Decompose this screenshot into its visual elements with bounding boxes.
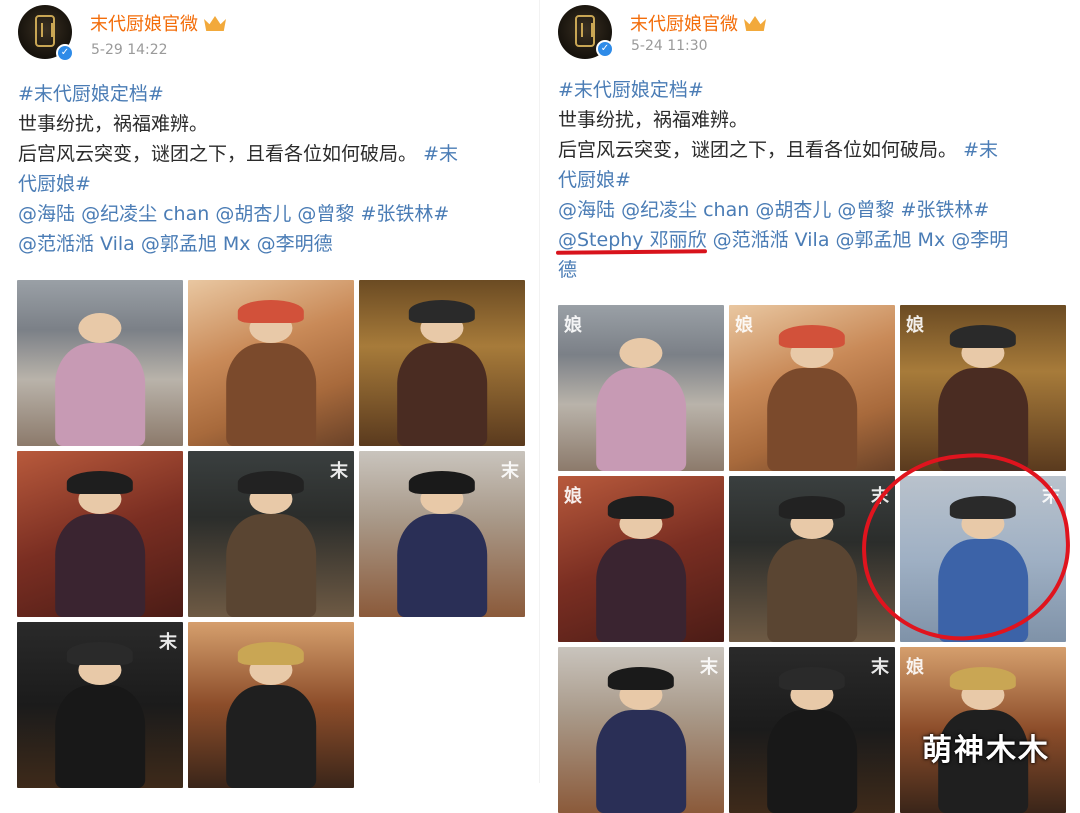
logo-emblem	[35, 15, 55, 47]
mention-link[interactable]: @胡杏儿	[215, 203, 291, 225]
watermark-icon: 末	[159, 632, 177, 653]
photo-tile[interactable]: 末	[359, 451, 525, 617]
red-underline	[555, 249, 707, 255]
watermark-icon: 娘	[564, 315, 582, 336]
post-line: 后宫风云突变，谜团之下，且看各位如何破局。	[558, 139, 958, 161]
photo-tile[interactable]: 末	[17, 622, 183, 788]
photo-tile[interactable]	[17, 451, 183, 617]
mention-link[interactable]: 德	[558, 259, 577, 281]
mention-link[interactable]: @曾黎	[837, 199, 894, 221]
photo-tile[interactable]: 末	[188, 451, 354, 617]
hashtag-link[interactable]: 代厨娘#	[18, 173, 91, 195]
hashtag-link[interactable]: #末	[963, 139, 998, 161]
overlay-watermark: 萌神木木	[922, 733, 1050, 768]
post-timestamp: 5-24 11:30	[631, 38, 708, 54]
username[interactable]: 末代厨娘官微	[90, 10, 226, 36]
verified-badge-icon: ✓	[596, 40, 614, 58]
post-text: #末代厨娘定档# 世事纷扰，祸福难辨。 后宫风云突变，谜团之下，且看各位如何破局…	[18, 79, 458, 259]
mention-link[interactable]: @海陆	[18, 203, 75, 225]
image-grid: 末 末 末	[17, 280, 525, 788]
watermark-icon: 娘	[735, 315, 753, 336]
photo-tile[interactable]: 末	[729, 647, 895, 813]
photo-tile[interactable]: 娘	[558, 476, 724, 642]
mention-text: @Stephy 邓丽欣	[558, 229, 707, 251]
hashtag-link[interactable]: #末代厨娘定档#	[18, 83, 164, 105]
photo-tile[interactable]: 娘	[900, 305, 1066, 471]
watermark-icon: 末	[871, 657, 889, 678]
post-line: 后宫风云突变，谜团之下，且看各位如何破局。	[18, 143, 418, 165]
mention-link[interactable]: @海陆	[558, 199, 615, 221]
mention-link[interactable]: @郭孟旭 Mx	[141, 233, 251, 255]
username[interactable]: 末代厨娘官微	[630, 10, 766, 36]
username-text: 末代厨娘官微	[630, 14, 738, 35]
mention-link[interactable]: @曾黎	[297, 203, 354, 225]
watermark-icon: 末	[501, 461, 519, 482]
mention-link-highlighted[interactable]: @Stephy 邓丽欣	[555, 229, 707, 255]
crown-icon	[204, 16, 226, 31]
watermark-icon: 娘	[564, 486, 582, 507]
photo-tile[interactable]	[359, 280, 525, 446]
hashtag-link[interactable]: 代厨娘#	[558, 169, 631, 191]
hashtag-link[interactable]: #末	[423, 143, 458, 165]
photo-tile[interactable]	[17, 280, 183, 446]
watermark-icon: 末	[700, 657, 718, 678]
mention-link[interactable]: @纪凌尘 chan	[81, 203, 209, 225]
mention-link[interactable]: @范湉湉 Vila	[18, 233, 135, 255]
photo-tile[interactable]: 娘	[558, 305, 724, 471]
mention-link[interactable]: @郭孟旭 Mx	[836, 229, 946, 251]
photo-tile[interactable]: 末	[558, 647, 724, 813]
post-line: 世事纷扰，祸福难辨。	[18, 113, 209, 135]
verified-badge-icon: ✓	[56, 44, 74, 62]
post-text: #末代厨娘定档# 世事纷扰，祸福难辨。 后宫风云突变，谜团之下，且看各位如何破局…	[555, 75, 1008, 285]
hashtag-link[interactable]: #张铁林#	[900, 199, 989, 221]
post-right: ✓ 末代厨娘官微 5-24 11:30 #末代厨娘定档# 世事纷扰，祸福难辨。 …	[540, 0, 1080, 813]
post-line: 世事纷扰，祸福难辨。	[558, 109, 749, 131]
crown-icon	[744, 16, 766, 31]
hashtag-link[interactable]: #张铁林#	[360, 203, 449, 225]
username-text: 末代厨娘官微	[90, 14, 198, 35]
mention-link[interactable]: @李明	[951, 229, 1008, 251]
photo-tile[interactable]	[188, 280, 354, 446]
mention-link[interactable]: @范湉湉 Vila	[713, 229, 830, 251]
mention-link[interactable]: @胡杏儿	[755, 199, 831, 221]
logo-emblem	[575, 15, 595, 47]
mention-link[interactable]: @纪凌尘 chan	[621, 199, 749, 221]
post-left: ✓ 末代厨娘官微 5-29 14:22 #末代厨娘定档# 世事纷扰，祸福难辨。 …	[0, 0, 540, 788]
mention-link[interactable]: @李明德	[257, 233, 333, 255]
photo-tile[interactable]	[188, 622, 354, 788]
watermark-icon: 末	[330, 461, 348, 482]
post-timestamp: 5-29 14:22	[91, 42, 168, 58]
watermark-icon: 娘	[906, 657, 924, 678]
watermark-icon: 娘	[906, 315, 924, 336]
hashtag-link[interactable]: #末代厨娘定档#	[558, 79, 704, 101]
photo-tile[interactable]: 娘	[729, 305, 895, 471]
